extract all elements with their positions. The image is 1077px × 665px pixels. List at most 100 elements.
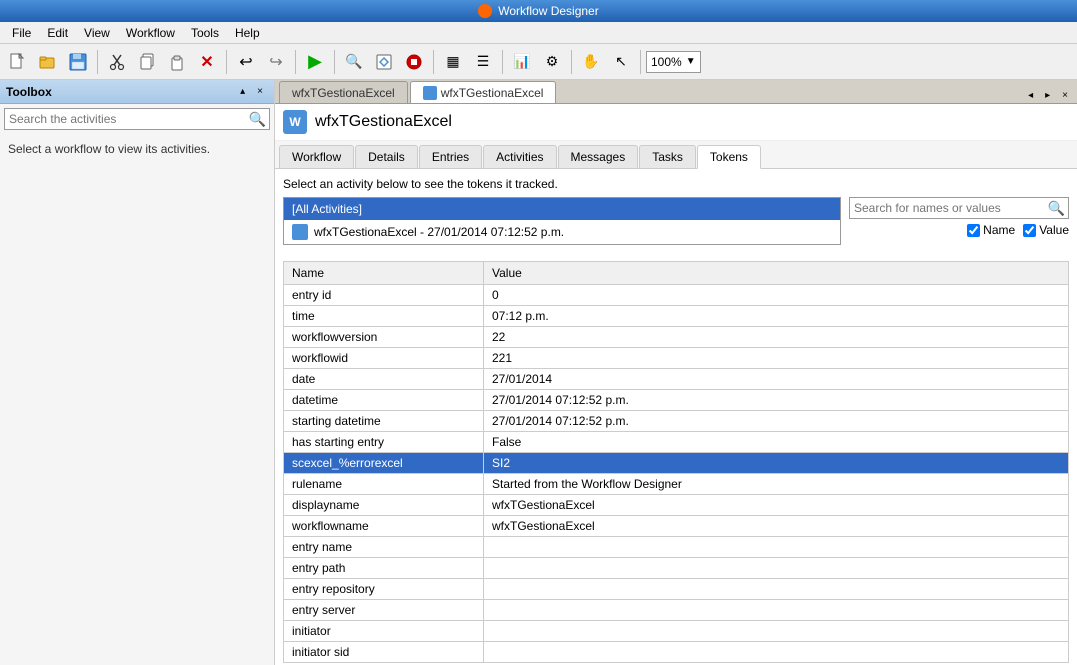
activity-item-all[interactable]: [All Activities] [284,198,840,220]
tab-nav-buttons: ◂ ▸ × [1023,88,1077,103]
menu-help[interactable]: Help [227,24,268,42]
doc-tab-0[interactable]: wfxTGestionaExcel [279,81,408,103]
cell-name: date [284,369,484,390]
cell-value [484,579,1069,600]
tab-strip: wfxTGestionaExcel wfxTGestionaExcel ◂ ▸ … [275,80,1077,104]
toolbox-close-button[interactable]: × [252,84,268,99]
menu-tools[interactable]: Tools [183,24,227,42]
open-button[interactable] [34,48,62,76]
content-area: wfxTGestionaExcel wfxTGestionaExcel ◂ ▸ … [275,80,1077,665]
inner-tab-activities[interactable]: Activities [483,145,556,168]
table-row[interactable]: scexcel_%errorexcelSI2 [284,453,1069,474]
name-filter-label[interactable]: Name [967,223,1015,237]
cell-value: 27/01/2014 07:12:52 p.m. [484,411,1069,432]
tab-nav-close[interactable]: × [1057,88,1073,103]
value-filter-checkbox[interactable] [1023,224,1036,237]
table-row[interactable]: datetime27/01/2014 07:12:52 p.m. [284,390,1069,411]
doc-tab-1[interactable]: wfxTGestionaExcel [410,81,557,103]
col-header-name: Name [284,262,484,285]
toolbox-header: Toolbox ▴ × [0,80,274,104]
cell-value: wfxTGestionaExcel [484,516,1069,537]
inner-tab-workflow[interactable]: Workflow [279,145,354,168]
table-row[interactable]: has starting entryFalse [284,432,1069,453]
workflow-title: wfxTGestionaExcel [315,113,452,131]
toolbox-search-wrapper: 🔍 [4,108,270,130]
workflow-content: W wfxTGestionaExcel Workflow Details Ent… [275,104,1077,665]
toolbar-sep-2 [226,50,227,74]
inner-tab-messages[interactable]: Messages [558,145,639,168]
menu-workflow[interactable]: Workflow [118,24,183,42]
menu-view[interactable]: View [76,24,118,42]
table-row[interactable]: entry server [284,600,1069,621]
token-search-input[interactable] [849,197,1069,219]
toolbar-sep-8 [640,50,641,74]
table-row[interactable]: initiator sid [284,642,1069,663]
cell-value: Started from the Workflow Designer [484,474,1069,495]
table-row[interactable]: starting datetime27/01/2014 07:12:52 p.m… [284,411,1069,432]
menu-file[interactable]: File [4,24,39,42]
list-button[interactable]: ☰ [469,48,497,76]
cell-name: rulename [284,474,484,495]
undo-button[interactable]: ↩ [232,48,260,76]
zoom-dropdown[interactable]: 100% ▼ [646,51,701,73]
inner-tab-tokens[interactable]: Tokens [697,145,761,169]
title-bar: Workflow Designer [0,0,1077,22]
table-row[interactable]: workflowversion22 [284,327,1069,348]
table-row[interactable]: entry name [284,537,1069,558]
cell-value: 27/01/2014 [484,369,1069,390]
cell-value: 27/01/2014 07:12:52 p.m. [484,390,1069,411]
cell-name: workflowid [284,348,484,369]
table-row[interactable]: initiator [284,621,1069,642]
settings-button[interactable]: ⚙ [538,48,566,76]
paste-button[interactable] [163,48,191,76]
cell-name: has starting entry [284,432,484,453]
activity-item-0[interactable]: wfxTGestionaExcel - 27/01/2014 07:12:52 … [284,220,840,244]
table-row[interactable]: displaynamewfxTGestionaExcel [284,495,1069,516]
token-table: Name Value entry id0time07:12 p.m.workfl… [283,261,1069,663]
find-button[interactable]: 🔍 [340,48,368,76]
cursor-button[interactable]: ↖ [607,48,635,76]
tab-nav-prev[interactable]: ◂ [1023,88,1038,103]
chart-button[interactable]: 📊 [508,48,536,76]
cell-name: time [284,306,484,327]
cut-button[interactable] [103,48,131,76]
table-row[interactable]: rulenameStarted from the Workflow Design… [284,474,1069,495]
new-button[interactable] [4,48,32,76]
activity-search-row: [All Activities] wfxTGestionaExcel - 27/… [283,197,1069,253]
token-search-wrapper: 🔍 [849,197,1069,219]
grid-button[interactable]: ▦ [439,48,467,76]
inner-tab-tasks[interactable]: Tasks [639,145,696,168]
table-row[interactable]: time07:12 p.m. [284,306,1069,327]
delete-button[interactable]: ✕ [193,48,221,76]
table-row[interactable]: workflowid221 [284,348,1069,369]
table-row[interactable]: entry id0 [284,285,1069,306]
cell-value [484,621,1069,642]
toolbox-pin-button[interactable]: ▴ [235,84,250,99]
table-row[interactable]: workflownamewfxTGestionaExcel [284,516,1069,537]
cell-name: starting datetime [284,411,484,432]
zoom-dropdown-arrow: ▼ [686,56,696,67]
table-row[interactable]: entry path [284,558,1069,579]
inner-tab-details[interactable]: Details [355,145,418,168]
table-row[interactable]: date27/01/2014 [284,369,1069,390]
stop-button[interactable] [400,48,428,76]
copy-button[interactable] [133,48,161,76]
table-row[interactable]: entry repository [284,579,1069,600]
toolbox-title: Toolbox [6,85,52,99]
activity-item-0-label: wfxTGestionaExcel - 27/01/2014 07:12:52 … [314,225,564,239]
value-filter-label[interactable]: Value [1023,223,1069,237]
tab-nav-next[interactable]: ▸ [1040,88,1055,103]
run-button[interactable]: ▶ [301,48,329,76]
edit-workflow-button[interactable] [370,48,398,76]
hand-button[interactable]: ✋ [577,48,605,76]
name-filter-checkbox[interactable] [967,224,980,237]
toolbox-search-input[interactable] [4,108,270,130]
save-button[interactable] [64,48,92,76]
inner-tab-entries[interactable]: Entries [419,145,482,168]
inner-tabs: Workflow Details Entries Activities Mess… [275,141,1077,169]
menu-edit[interactable]: Edit [39,24,76,42]
cell-name: entry repository [284,579,484,600]
doc-tab-1-label: wfxTGestionaExcel [441,86,544,100]
redo-button[interactable]: ↪ [262,48,290,76]
toolbar-sep-6 [502,50,503,74]
